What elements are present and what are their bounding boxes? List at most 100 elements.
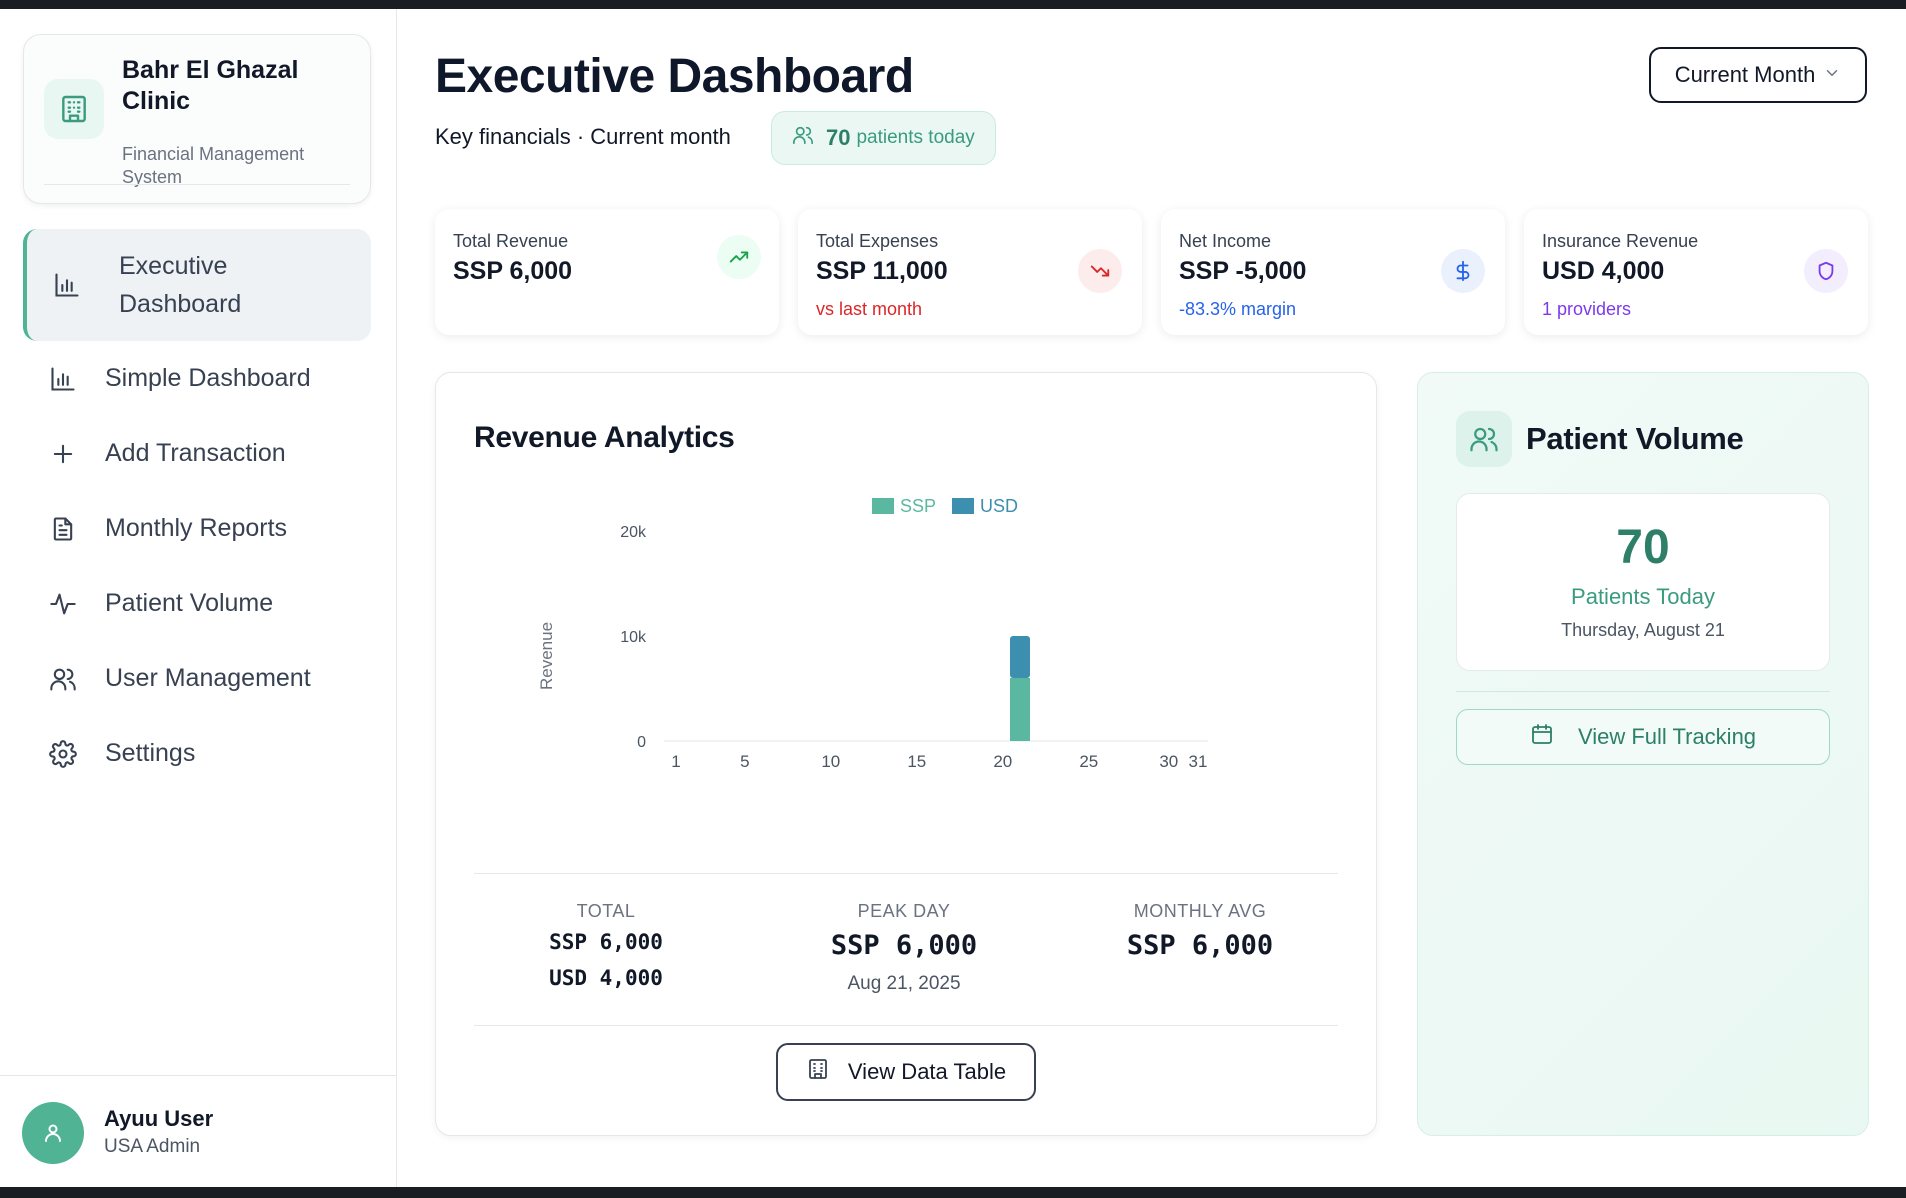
- users-icon: [47, 663, 79, 695]
- y-tick-label: 20k: [620, 524, 647, 541]
- avatar: [22, 1102, 84, 1164]
- kpi-note: vs last month: [816, 299, 923, 319]
- chart-axes: 010k20kRevenue1 5 10 15 20 25 30 31: [537, 524, 1207, 771]
- panel-title: Patient Volume: [1526, 421, 1744, 456]
- panel-title: Revenue Analytics: [474, 421, 735, 454]
- app-window: Bahr El Ghazal Clinic Financial Manageme…: [0, 9, 1906, 1187]
- sidebar-item-patient-volume[interactable]: Patient Volume: [23, 566, 371, 641]
- stat-label: PEAK DAY: [857, 901, 951, 921]
- sidebar: Bahr El Ghazal Clinic Financial Manageme…: [0, 9, 397, 1187]
- kpi-net-income: Net Income SSP -5,000 -83.3% margin: [1161, 209, 1505, 335]
- brand-subtitle: Financial Management System: [122, 144, 305, 187]
- divider: [474, 873, 1338, 874]
- chart-bars: [1010, 636, 1030, 741]
- x-tick-label: 30: [1159, 752, 1178, 771]
- revenue-chart: SSP USD 010k20kRevenue1 5 10 15 20 25 30 31: [537, 496, 1208, 771]
- sidebar-item-label: Settings: [105, 739, 196, 767]
- stat-avg-value: SSP 6,000: [1126, 930, 1274, 961]
- x-tick-label: 10: [821, 752, 840, 771]
- kpi-insurance-revenue: Insurance Revenue USD 4,000 1 providers: [1524, 209, 1868, 335]
- button-label: View Data Table: [847, 1059, 1007, 1084]
- stat-total-usd: USD 4,000: [549, 966, 663, 990]
- chevron-down-icon: [1815, 62, 1841, 88]
- brand-card: Bahr El Ghazal Clinic Financial Manageme…: [23, 34, 371, 204]
- user-role: USA Admin: [104, 1136, 201, 1157]
- bar-chart-icon: [51, 269, 83, 301]
- sidebar-item-monthly-reports[interactable]: Monthly Reports: [23, 491, 371, 566]
- sidebar-item-executive-dashboard[interactable]: Executive Dashboard: [23, 229, 371, 341]
- activity-icon: [47, 588, 79, 620]
- bar-ssp: [1010, 678, 1030, 741]
- document-icon: [47, 513, 79, 545]
- bar-usd: [1010, 636, 1030, 678]
- patients-date: Thursday, August 21: [1561, 620, 1725, 640]
- sidebar-nav: Executive Dashboard Simple Dashboard Add…: [23, 229, 371, 791]
- kpi-label: Total Revenue: [453, 231, 569, 251]
- period-select[interactable]: Current Month: [1649, 47, 1867, 103]
- sidebar-item-user-management[interactable]: User Management: [23, 641, 371, 716]
- patients-today-card: 70 Patients Today Thursday, August 21: [1456, 493, 1830, 671]
- x-tick-label: 25: [1079, 752, 1098, 771]
- trending-down-icon: [1078, 249, 1122, 293]
- stat-peak-date: Aug 21, 2025: [847, 973, 961, 994]
- users-icon: [1456, 411, 1512, 467]
- kpi-value: SSP -5,000: [1179, 257, 1307, 285]
- x-tick-label: 1: [671, 752, 680, 771]
- page-subtitle: Key financials · Current month: [435, 124, 731, 149]
- sidebar-item-settings[interactable]: Settings: [23, 716, 371, 791]
- patients-label: patients today: [856, 127, 975, 148]
- y-tick-label: 0: [637, 734, 646, 751]
- page-title: Executive Dashboard: [435, 50, 914, 103]
- kpi-label: Net Income: [1179, 231, 1272, 251]
- kpi-note: -83.3% margin: [1179, 299, 1297, 319]
- revenue-analytics-panel: Revenue Analytics SSP USD 0 10k 20k Revenue 1…: [435, 372, 1377, 1136]
- patients-today-badge: 70 patients today: [771, 111, 996, 165]
- kpi-value: SSP 6,000: [453, 257, 573, 285]
- building-icon: [44, 79, 104, 139]
- view-data-table-button[interactable]: View Data Table: [776, 1043, 1036, 1101]
- patients-label: Patients Today: [1571, 584, 1715, 609]
- sidebar-item-label: Executive Dashboard: [119, 252, 242, 318]
- patients-count: 70: [826, 125, 851, 150]
- building-icon: [806, 1057, 848, 1087]
- user-profile[interactable]: Ayuu User USA Admin: [0, 1075, 397, 1187]
- gear-icon: [47, 738, 79, 770]
- user-name: Ayuu User: [104, 1106, 214, 1131]
- legend-label-ssp: SSP: [900, 496, 936, 516]
- kpi-value: USD 4,000: [1542, 257, 1665, 285]
- x-tick-label: 20: [993, 752, 1012, 771]
- dollar-icon: [1441, 249, 1485, 293]
- stat-label: TOTAL: [576, 901, 636, 921]
- x-tick-label: 5: [740, 752, 749, 771]
- sidebar-item-label: Add Transaction: [105, 439, 286, 467]
- kpi-label: Insurance Revenue: [1542, 231, 1699, 251]
- y-tick-label: 10k: [620, 629, 647, 646]
- kpi-value: SSP 11,000: [816, 257, 948, 285]
- bar-chart-icon: [47, 363, 79, 395]
- legend-label-usd: USD: [980, 496, 1018, 516]
- users-icon: [792, 124, 814, 152]
- kpi-total-revenue: Total Revenue SSP 6,000: [435, 209, 779, 335]
- period-select-value: Current Month: [1674, 62, 1816, 87]
- kpi-note: 1 providers: [1542, 299, 1632, 319]
- x-tick-label: 15: [907, 752, 926, 771]
- divider: [44, 184, 350, 185]
- divider: [1456, 691, 1830, 692]
- stat-peak-value: SSP 6,000: [830, 930, 978, 961]
- stat-total: TOTAL SSP 6,000 USD 4,000: [476, 901, 736, 990]
- kpi-total-expenses: Total Expenses SSP 11,000 vs last month: [798, 209, 1142, 335]
- patients-count: 70: [1616, 521, 1670, 574]
- stat-label: MONTHLY AVG: [1133, 901, 1267, 921]
- plus-icon: [47, 438, 79, 470]
- patient-volume-panel: Patient Volume 70 Patients Today Thursda…: [1417, 372, 1869, 1136]
- brand-name: Bahr El Ghazal Clinic: [122, 56, 299, 115]
- x-tick-label: 31: [1189, 752, 1208, 771]
- view-full-tracking-button[interactable]: View Full Tracking: [1456, 709, 1830, 765]
- legend-swatch: [952, 498, 974, 514]
- sidebar-item-simple-dashboard[interactable]: Simple Dashboard: [23, 341, 371, 416]
- divider: [474, 1025, 1338, 1026]
- kpi-label: Total Expenses: [816, 231, 939, 251]
- calendar-icon: [1530, 722, 1578, 752]
- sidebar-item-add-transaction[interactable]: Add Transaction: [23, 416, 371, 491]
- sidebar-item-label: User Management: [105, 664, 311, 692]
